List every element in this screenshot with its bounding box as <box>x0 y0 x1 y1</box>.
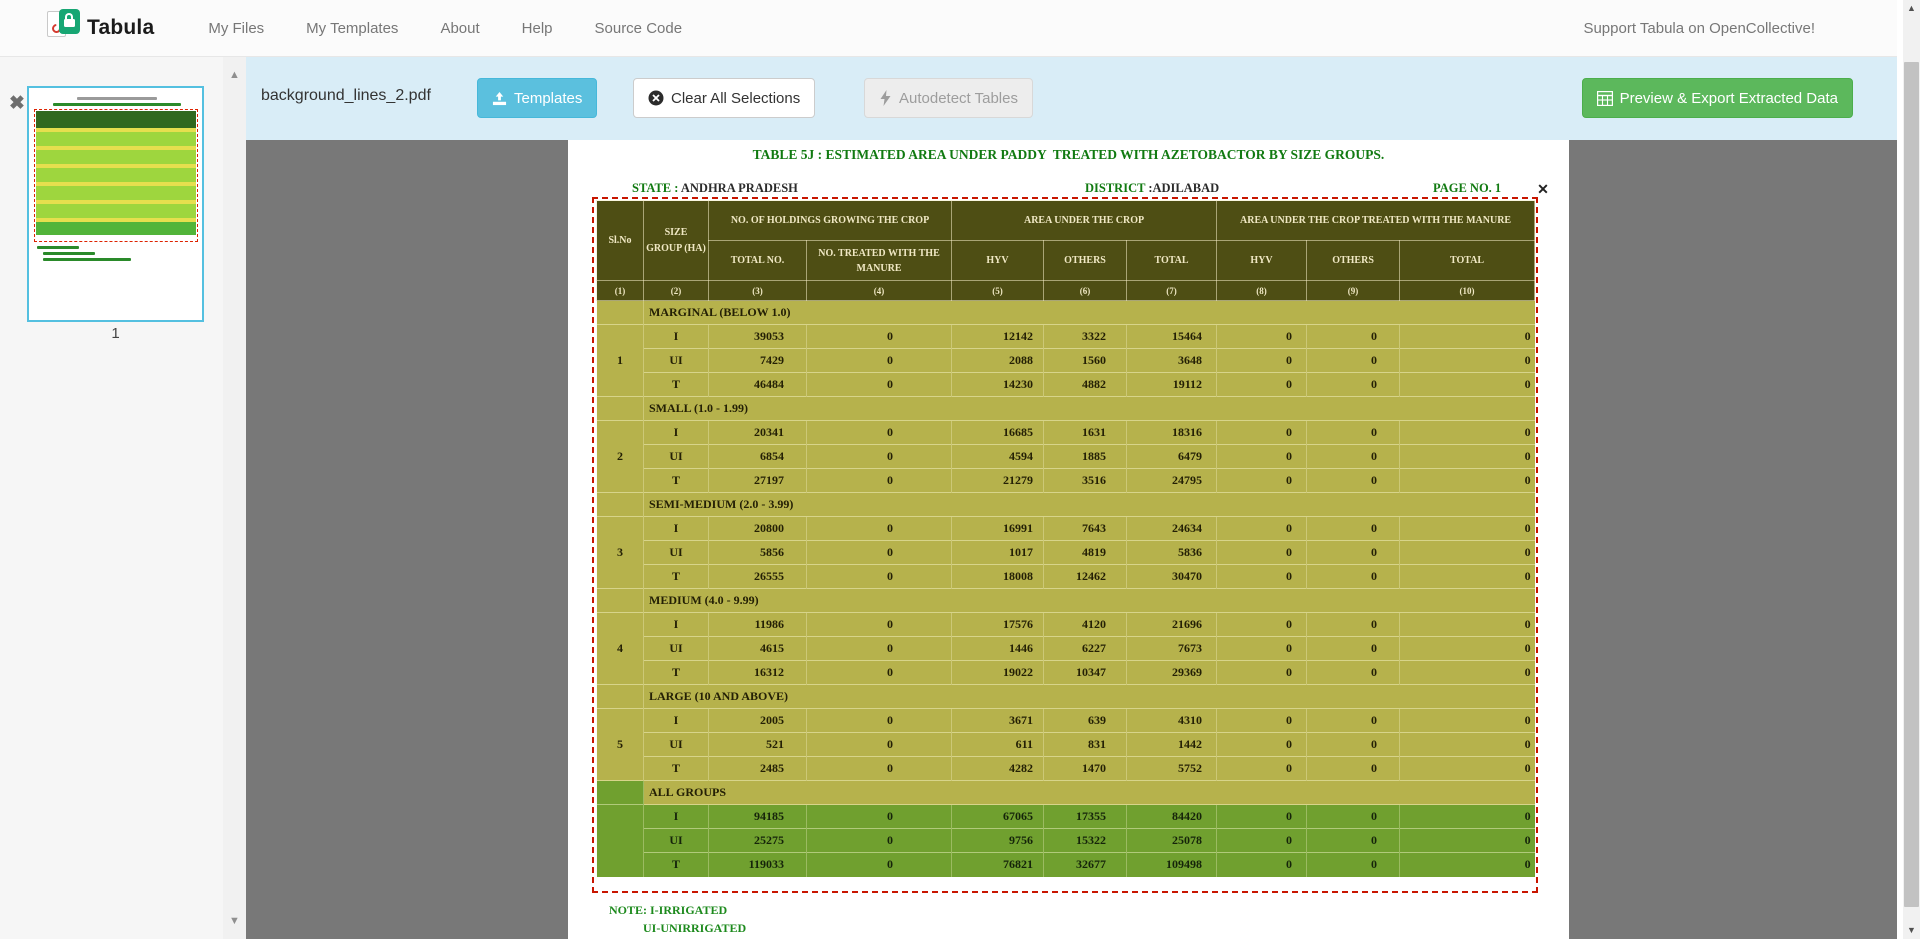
document-table-title: TABLE 5J : ESTIMATED AREA UNDER PADDY TR… <box>568 147 1569 163</box>
tabula-app: Tabula My FilesMy TemplatesAboutHelpSour… <box>0 0 1920 939</box>
top-navbar: Tabula My FilesMy TemplatesAboutHelpSour… <box>0 0 1903 57</box>
document-filename: background_lines_2.pdf <box>261 87 431 105</box>
district-text: DISTRICT :ADILABAD <box>1085 181 1219 196</box>
tabula-logo-icon <box>47 9 80 47</box>
main-nav: My FilesMy TemplatesAboutHelpSource Code <box>187 0 703 57</box>
note-line-1: NOTE: I-IRRIGATED <box>609 903 727 918</box>
preview-export-button[interactable]: Preview & Export Extracted Data <box>1582 78 1853 118</box>
window-scrollbar[interactable]: ▲ ▼ <box>1903 0 1920 939</box>
remove-page-icon[interactable]: ✖ <box>6 93 28 115</box>
lightning-icon <box>879 90 892 106</box>
nav-link-my-templates[interactable]: My Templates <box>285 0 419 57</box>
window-scroll-up-icon[interactable]: ▲ <box>1903 0 1920 17</box>
table-selection-box[interactable] <box>592 197 1538 893</box>
pdf-viewer: TABLE 5J : ESTIMATED AREA UNDER PADDY TR… <box>246 140 1897 939</box>
upload-icon <box>492 91 507 106</box>
page-no-text: PAGE NO. 1 <box>1433 181 1501 196</box>
nav-link-my-files[interactable]: My Files <box>187 0 285 57</box>
page-thumbnail-1[interactable] <box>27 86 204 322</box>
note-line-2: UI-UNIRRIGATED <box>643 921 746 936</box>
brand-title: Tabula <box>87 16 154 40</box>
nav-link-source-code[interactable]: Source Code <box>574 0 704 57</box>
pdf-page: TABLE 5J : ESTIMATED AREA UNDER PADDY TR… <box>568 140 1569 939</box>
sidebar-scroll-down-icon[interactable]: ▼ <box>223 915 246 927</box>
nav-link-help[interactable]: Help <box>501 0 574 57</box>
thumbnail-selection-border <box>34 109 198 242</box>
sidebar-scrollbar[interactable]: ▲ ▼ <box>223 57 246 939</box>
state-text: STATE : ANDHRA PRADESH <box>632 181 798 196</box>
lock-badge-icon <box>59 9 80 34</box>
sidebar-scroll-up-icon[interactable]: ▲ <box>223 69 246 81</box>
selection-close-icon[interactable]: ✕ <box>1534 180 1552 198</box>
templates-button[interactable]: Templates <box>477 78 597 118</box>
toolbar: background_lines_2.pdf Templates Clear A… <box>246 57 1897 140</box>
remove-circle-icon <box>648 90 664 106</box>
window-scrollbar-thumb[interactable] <box>1904 62 1919 907</box>
brand-link[interactable]: Tabula <box>47 9 154 47</box>
table-icon <box>1597 91 1613 106</box>
thumbnail-page-number: 1 <box>0 325 231 342</box>
main-area: background_lines_2.pdf Templates Clear A… <box>246 57 1897 939</box>
autodetect-tables-button[interactable]: Autodetect Tables <box>864 78 1033 118</box>
clear-all-selections-button[interactable]: Clear All Selections <box>633 78 815 118</box>
window-scroll-down-icon[interactable]: ▼ <box>1903 922 1920 939</box>
nav-link-about[interactable]: About <box>419 0 500 57</box>
page-thumbnail-sidebar: ✖ 1 ▲ <box>0 57 246 939</box>
thumbnail-mini-table <box>36 111 196 240</box>
support-link[interactable]: Support Tabula on OpenCollective! <box>1583 20 1815 37</box>
